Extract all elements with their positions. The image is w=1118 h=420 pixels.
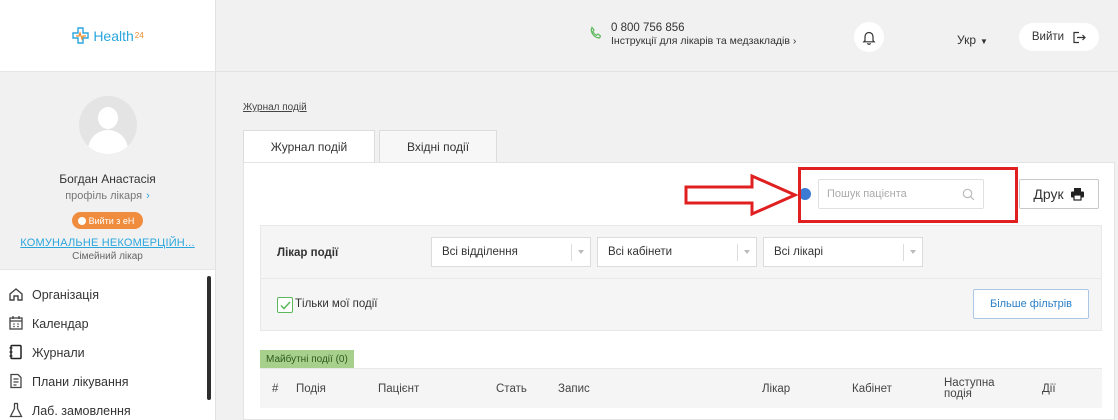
logout-icon <box>1073 31 1086 43</box>
phone-icon <box>590 26 602 39</box>
column-header-cabinet[interactable]: Кабінет <box>852 369 892 409</box>
logout-button[interactable]: Вийти <box>1019 23 1099 51</box>
events-table-header: # Подія Пацієнт Стать Запис Лікар Кабіне… <box>260 368 1102 408</box>
sidebar-item-label: Організація <box>32 287 99 302</box>
dot-icon <box>77 216 86 225</box>
bell-icon <box>862 31 876 45</box>
column-header-event[interactable]: Подія <box>296 369 326 409</box>
health-cross-icon <box>72 26 90 44</box>
column-header-patient[interactable]: Пацієнт <box>378 369 419 409</box>
sidebar-item-label: Журнали <box>32 345 85 360</box>
doctor-select-value: Всі лікарі <box>774 246 824 258</box>
department-select[interactable]: Всі відділення <box>431 237 591 267</box>
organization-link[interactable]: КОМУНАЛЬНЕ НЕКОМЕРЦІЙН... <box>0 237 215 249</box>
department-select-value: Всі відділення <box>442 246 518 258</box>
notifications-button[interactable] <box>854 22 884 52</box>
profile-name: Богдан Анастасія <box>59 172 156 186</box>
avatar[interactable] <box>78 96 137 154</box>
sidebar-item-organization[interactable]: Організація <box>0 280 215 309</box>
logo-text: Health <box>93 27 134 44</box>
print-button[interactable]: Друк <box>1019 179 1099 209</box>
highlight-box-annotation <box>798 167 1018 223</box>
sidebar-scrollbar[interactable] <box>207 276 211 400</box>
column-header-sex[interactable]: Стать <box>496 369 527 409</box>
sidebar: Health 24 Богдан Анастасія профіль лікаря… <box>0 0 216 420</box>
support-phone-number: 0 800 756 856 <box>611 22 685 34</box>
logo-area: Health 24 <box>0 0 215 72</box>
sidebar-nav: Організація Календар Журнали Плани лікув… <box>0 270 215 420</box>
only-my-events-checkbox[interactable] <box>277 297 293 313</box>
events-panel: Друк Лікар події Всі відділення Всі кабі… <box>243 162 1115 420</box>
support-phone-block[interactable]: 0 800 756 856 Інструкції для лікарів та … <box>589 22 796 47</box>
sidebar-item-journals[interactable]: Журнали <box>0 338 215 367</box>
profile-card: Богдан Анастасія профіль лікаря › Вийти з… <box>0 72 215 270</box>
caret-down-icon: ▼ <box>980 37 988 46</box>
lab-flask-icon <box>9 402 23 418</box>
language-select[interactable]: Укр ▼ <box>957 33 988 47</box>
breadcrumb[interactable]: Журнал подій <box>243 102 307 113</box>
column-header-next-event[interactable]: Наступна подія <box>944 369 996 409</box>
sidebar-item-lab-orders[interactable]: Лаб. замовлення <box>0 396 215 420</box>
arrow-right-annotation-icon <box>684 173 799 217</box>
printer-icon <box>1070 188 1084 201</box>
filter-doctor-label: Лікар події <box>277 247 339 259</box>
cabinet-select-value: Всі кабінети <box>608 246 673 258</box>
column-header-record[interactable]: Запис <box>558 369 590 409</box>
event-filters: Лікар події Всі відділення Всі кабінети … <box>260 225 1102 279</box>
sidebar-item-label: Календар <box>32 316 89 331</box>
more-filters-button[interactable]: Більше фільтрів <box>973 289 1089 319</box>
tab-incoming-events[interactable]: Вхідні події <box>379 130 497 162</box>
home-icon <box>9 288 23 301</box>
caret-down-icon <box>744 250 750 254</box>
doctor-select[interactable]: Всі лікарі <box>763 237 923 267</box>
treatment-plan-icon <box>10 373 22 389</box>
checkmark-icon <box>280 301 291 310</box>
top-bar: 0 800 756 856 Інструкції для лікарів та … <box>216 0 1118 72</box>
tabs: Журнал подій Вхідні події <box>243 130 501 163</box>
instructions-link[interactable]: Інструкції для лікарів та медзакладів › <box>611 35 796 47</box>
print-label: Друк <box>1033 186 1064 202</box>
caret-down-icon <box>578 250 584 254</box>
eh-badge-label: Вийти з еН <box>88 215 135 226</box>
cabinet-select[interactable]: Всі кабінети <box>597 237 757 267</box>
logout-label: Вийти <box>1031 31 1065 43</box>
chevron-right-icon: › <box>146 190 150 202</box>
sidebar-item-calendar[interactable]: Календар <box>0 309 215 338</box>
profile-role-link[interactable]: профіль лікаря › <box>0 190 215 202</box>
profile-role-label: профіль лікаря <box>65 190 143 202</box>
only-my-events-label[interactable]: Тільки мої події <box>295 298 377 310</box>
caret-down-icon <box>910 250 916 254</box>
app-logo[interactable]: Health 24 <box>71 26 144 45</box>
eh-logout-badge[interactable]: Вийти з еН <box>71 212 144 229</box>
tab-events-journal[interactable]: Журнал подій <box>243 130 375 163</box>
sidebar-item-label: Лаб. замовлення <box>32 403 131 418</box>
language-value: Укр <box>957 33 977 47</box>
column-header-actions: Дії <box>1042 382 1056 395</box>
journal-icon <box>9 344 22 360</box>
organization-role: Сімейний лікар <box>72 251 143 262</box>
calendar-icon <box>9 316 23 330</box>
logo-sup: 24 <box>134 31 144 40</box>
sidebar-item-treatment-plans[interactable]: Плани лікування <box>0 367 215 396</box>
column-header-doctor[interactable]: Лікар <box>762 369 790 409</box>
event-options: Тільки мої події Більше фільтрів <box>260 279 1102 331</box>
column-header-number: # <box>272 382 279 395</box>
sidebar-item-label: Плани лікування <box>32 374 129 389</box>
future-events-badge[interactable]: Майбутні події (0) <box>260 350 354 368</box>
